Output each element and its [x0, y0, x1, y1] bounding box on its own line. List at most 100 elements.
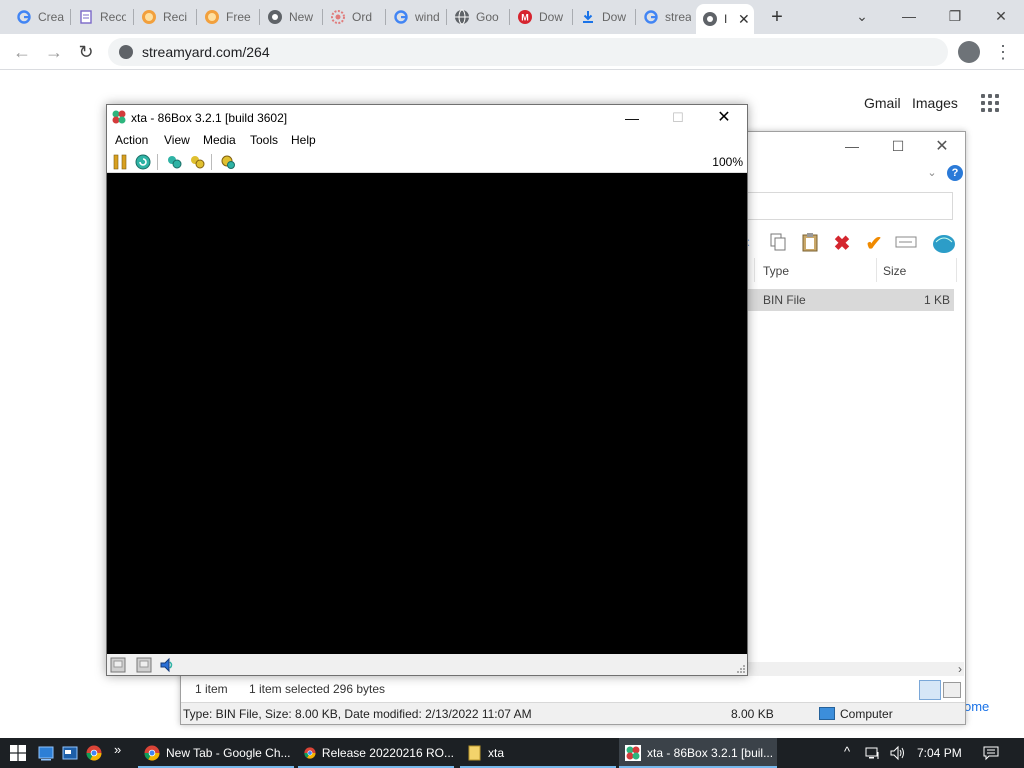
- taskbar-app-86box[interactable]: xta - 86Box 3.2.1 [buil...: [619, 738, 777, 768]
- taskbar-app-folder-xta[interactable]: xta: [460, 738, 616, 768]
- volume-icon[interactable]: [889, 745, 905, 761]
- chrome-menu-button[interactable]: ⋮: [994, 40, 1012, 64]
- copy-icon[interactable]: [766, 232, 790, 256]
- food-icon: [141, 9, 157, 25]
- browser-tab-label: Crea: [38, 10, 64, 24]
- explorer-maximize-button[interactable]: ☐: [887, 138, 909, 154]
- images-link[interactable]: Images: [912, 95, 958, 111]
- floppy-drive-icon[interactable]: [110, 657, 126, 673]
- ctrl-alt-esc-icon[interactable]: [189, 154, 205, 170]
- folder-icon: [468, 745, 481, 761]
- delete-icon[interactable]: ✖: [830, 232, 854, 256]
- scroll-right-arrow-icon[interactable]: ›: [958, 662, 962, 676]
- browser-tab-active[interactable]: I ✕: [696, 4, 754, 34]
- help-icon[interactable]: ?: [947, 165, 963, 181]
- file-size-cell: 1 KB: [923, 293, 950, 307]
- browser-tab[interactable]: Dow: [574, 4, 634, 30]
- network-icon[interactable]: [865, 745, 881, 761]
- 86box-maximize-button[interactable]: ☐: [667, 107, 689, 129]
- browser-tab-label: Reco: [100, 10, 126, 24]
- 86box-minimize-button[interactable]: —: [621, 107, 643, 129]
- tab-close-icon[interactable]: ✕: [738, 11, 750, 28]
- tab-search-button[interactable]: ⌄: [842, 4, 882, 28]
- google-apps-icon[interactable]: [981, 94, 999, 112]
- maximize-button[interactable]: ❐: [935, 4, 975, 28]
- settings-icon[interactable]: [220, 154, 236, 170]
- close-button[interactable]: ✕: [981, 4, 1021, 28]
- file-details-text: Type: BIN File, Size: 8.00 KB, Date modi…: [183, 707, 532, 721]
- system-clock[interactable]: 7:04 PM: [917, 746, 962, 760]
- large-icons-view-button[interactable]: [943, 682, 961, 698]
- browser-tab[interactable]: wind: [387, 4, 445, 30]
- windows-start-icon[interactable]: [10, 745, 26, 761]
- gmail-link[interactable]: Gmail: [864, 95, 901, 111]
- menu-view[interactable]: View: [164, 133, 190, 147]
- taskbar-overflow[interactable]: »: [114, 742, 121, 757]
- browser-tab[interactable]: New: [261, 4, 321, 30]
- details-view-button[interactable]: [919, 680, 941, 700]
- horizontal-scrollbar[interactable]: ›: [748, 662, 964, 676]
- browser-tab[interactable]: Reci: [135, 4, 195, 30]
- browser-tab-label: New: [289, 10, 314, 24]
- 86box-status-bar: [107, 654, 747, 675]
- selection-count: 1 item selected: [249, 682, 330, 696]
- menu-media[interactable]: Media: [203, 133, 236, 147]
- back-button[interactable]: ←: [10, 40, 34, 64]
- emulator-screen[interactable]: [107, 173, 747, 654]
- sound-icon[interactable]: [159, 657, 175, 673]
- tray-chevron-icon[interactable]: ^: [844, 744, 850, 759]
- reload-button[interactable]: ↻: [74, 40, 98, 64]
- browser-tab[interactable]: Goo: [448, 4, 508, 30]
- ribbon-expand-icon[interactable]: ⌄: [925, 166, 939, 180]
- column-header-type[interactable]: Type: [763, 264, 789, 278]
- chrome-icon: [304, 747, 316, 759]
- explorer-minimize-button[interactable]: —: [841, 138, 863, 154]
- browser-tab[interactable]: Free: [198, 4, 258, 30]
- toolbar-separator: [211, 154, 212, 170]
- notification-center-icon[interactable]: [983, 745, 999, 761]
- menu-help[interactable]: Help: [291, 133, 316, 147]
- 86box-window-title: xta - 86Box 3.2.1 [build 3602]: [131, 111, 288, 125]
- page-footer-link[interactable]: ome: [964, 699, 989, 714]
- globe-icon: [454, 9, 470, 25]
- menu-action[interactable]: Action: [115, 133, 148, 147]
- rename-icon[interactable]: [894, 232, 918, 256]
- site-info-icon[interactable]: [119, 45, 133, 59]
- taskbar-app-label: xta - 86Box 3.2.1 [buil...: [647, 746, 774, 760]
- browser-tab-label: Dow: [602, 10, 627, 24]
- minimize-button[interactable]: —: [889, 4, 929, 28]
- file-list-row-selected[interactable]: BIN File 1 KB: [748, 289, 954, 311]
- browser-tab[interactable]: M Dow: [511, 4, 571, 30]
- resize-grip-icon[interactable]: [736, 664, 746, 674]
- explorer-quicklaunch-icon[interactable]: [62, 745, 78, 761]
- browser-tab[interactable]: strea: [637, 4, 695, 30]
- explorer-close-button[interactable]: ✕: [931, 136, 953, 155]
- tab-separator: [635, 9, 636, 25]
- taskbar-app-chrome-release[interactable]: Release 20220216 RO...: [298, 738, 454, 768]
- show-desktop-icon[interactable]: [38, 745, 54, 761]
- paste-icon[interactable]: [798, 232, 822, 256]
- explorer-search-box[interactable]: [747, 192, 953, 220]
- floppy-drive-icon[interactable]: [136, 657, 152, 673]
- reset-icon[interactable]: [135, 154, 151, 170]
- profile-avatar[interactable]: [958, 41, 980, 63]
- tab-separator: [196, 9, 197, 25]
- menu-tools[interactable]: Tools: [250, 133, 278, 147]
- forward-button[interactable]: →: [42, 40, 66, 64]
- new-tab-button[interactable]: +: [766, 6, 788, 28]
- chrome-icon[interactable]: [86, 745, 102, 761]
- address-bar[interactable]: streamyard.com/264: [108, 38, 948, 66]
- 86box-close-button[interactable]: ✕: [713, 107, 735, 129]
- column-header-size[interactable]: Size: [883, 264, 906, 278]
- checkmark-icon[interactable]: ✔: [862, 232, 886, 256]
- ctrl-alt-del-icon[interactable]: [166, 154, 182, 170]
- pause-icon[interactable]: [112, 154, 128, 170]
- globe-shell-icon[interactable]: [932, 232, 956, 256]
- taskbar-app-chrome-newtab[interactable]: New Tab - Google Ch...: [138, 738, 294, 768]
- 86box-icon: [625, 745, 641, 761]
- 86box-titlebar[interactable]: xta - 86Box 3.2.1 [build 3602] — ☐ ✕: [107, 105, 747, 131]
- browser-tab[interactable]: Ord: [324, 4, 384, 30]
- browser-tab[interactable]: Reco: [72, 4, 132, 30]
- browser-tab[interactable]: Crea: [10, 4, 68, 30]
- google-icon: [16, 9, 32, 25]
